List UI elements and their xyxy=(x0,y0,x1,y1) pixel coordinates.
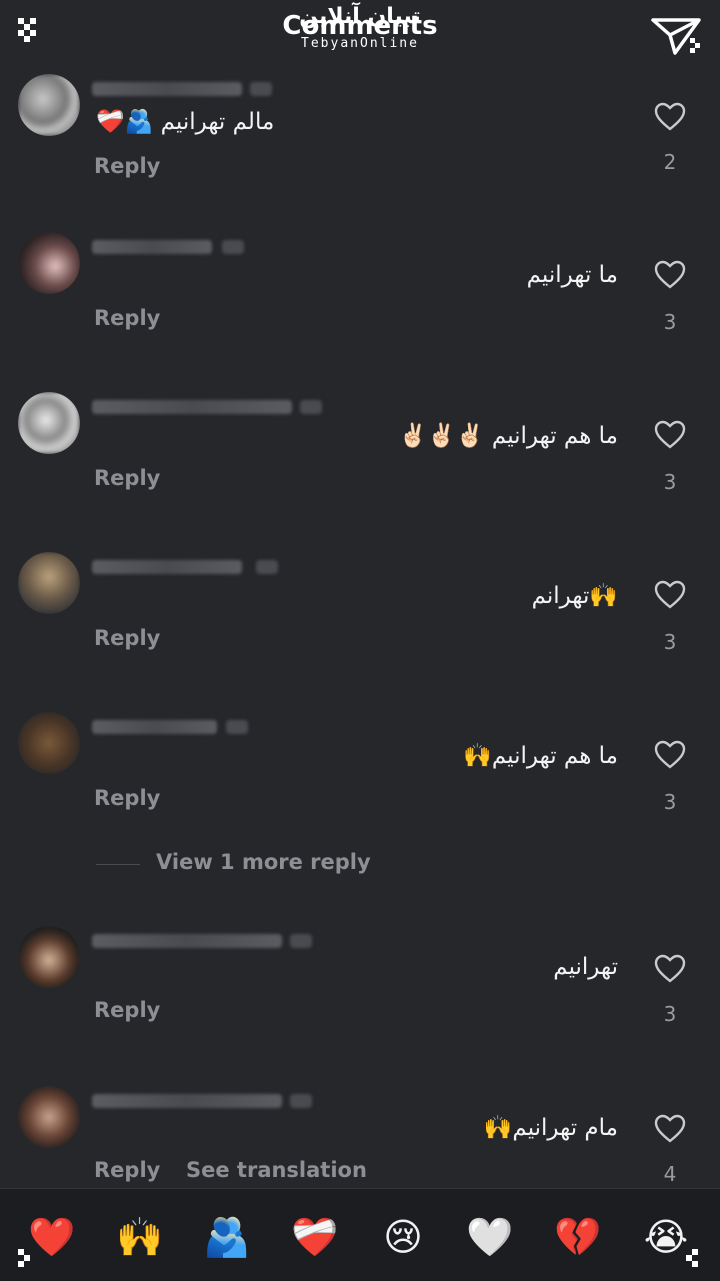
username-blurred[interactable] xyxy=(92,82,242,96)
reply-button[interactable]: Reply xyxy=(94,154,160,178)
timestamp-blurred xyxy=(256,560,278,574)
timestamp-blurred xyxy=(226,720,248,734)
comment-text: ما هم تهرانیم ✌🏻✌🏻✌🏻 xyxy=(398,423,618,449)
reaction-hug[interactable]: 🫂 xyxy=(197,1215,257,1259)
comment-text: 🙌تهرانم xyxy=(531,583,618,609)
username-blurred[interactable] xyxy=(92,560,242,574)
like-count: 2 xyxy=(663,150,677,174)
like-count: 3 xyxy=(663,1002,677,1026)
like-count: 3 xyxy=(663,470,677,494)
reaction-white-heart[interactable]: 🤍 xyxy=(460,1215,520,1259)
header: تبیان آنلاین Comments TebyanOnline xyxy=(0,0,720,68)
divider xyxy=(96,864,140,865)
timestamp-blurred xyxy=(222,240,244,254)
heart-icon[interactable] xyxy=(654,1114,686,1144)
timestamp-blurred xyxy=(290,934,312,948)
corner-mark-icon xyxy=(18,1249,44,1275)
timestamp-blurred xyxy=(300,400,322,414)
reaction-bar: ❤️ 🙌 🫂 ❤️‍🩹 😢 🤍 💔 😭 xyxy=(0,1188,720,1281)
comment-text: تهرانیم xyxy=(553,954,618,980)
heart-icon[interactable] xyxy=(654,740,686,770)
like-count: 3 xyxy=(663,630,677,654)
username-blurred[interactable] xyxy=(92,934,282,948)
comments-title: Comments xyxy=(282,11,438,41)
send-icon[interactable] xyxy=(650,16,702,56)
page-title: تبیان آنلاین Comments TebyanOnline xyxy=(0,6,720,52)
heart-icon[interactable] xyxy=(654,102,686,132)
reaction-mending-heart[interactable]: ❤️‍🩹 xyxy=(285,1215,345,1259)
username-blurred[interactable] xyxy=(92,240,212,254)
reply-button[interactable]: Reply xyxy=(94,998,160,1022)
comment-item: ما هم تهرانیم🙌 Reply 3 xyxy=(0,712,720,862)
heart-icon[interactable] xyxy=(654,420,686,450)
reply-button[interactable]: Reply xyxy=(94,1158,160,1182)
reaction-crying-face[interactable]: 😢 xyxy=(373,1215,433,1259)
view-more-label[interactable]: View 1 more reply xyxy=(156,850,371,874)
comment-text: مالم تهرانیم 🫂❤️‍🩹 xyxy=(96,109,275,135)
reply-button[interactable]: Reply xyxy=(94,466,160,490)
heart-icon[interactable] xyxy=(654,580,686,610)
username-blurred[interactable] xyxy=(92,400,292,414)
heart-icon[interactable] xyxy=(654,954,686,984)
timestamp-blurred xyxy=(250,82,272,96)
comment-text: مام تهرانیم🙌 xyxy=(483,1115,618,1141)
like-count: 4 xyxy=(663,1162,677,1186)
see-translation-button[interactable]: See translation xyxy=(186,1158,367,1182)
reaction-raising-hands[interactable]: 🙌 xyxy=(110,1215,170,1259)
like-count: 3 xyxy=(663,790,677,814)
reply-button[interactable]: Reply xyxy=(94,306,160,330)
username-blurred[interactable] xyxy=(92,720,217,734)
comment-text: ما هم تهرانیم🙌 xyxy=(463,743,618,769)
brand-watermark: TebyanOnline xyxy=(301,36,419,51)
username-blurred[interactable] xyxy=(92,1094,282,1108)
reply-button[interactable]: Reply xyxy=(94,786,160,810)
avatar[interactable] xyxy=(18,552,80,614)
avatar[interactable] xyxy=(18,712,80,774)
heart-icon[interactable] xyxy=(654,260,686,290)
comment-item: مالم تهرانیم 🫂❤️‍🩹 Reply 2 xyxy=(0,74,720,224)
comment-item: 🙌تهرانم Reply 3 xyxy=(0,552,720,702)
avatar[interactable] xyxy=(18,232,80,294)
comment-item: ما تهرانیم Reply 3 xyxy=(0,232,720,382)
avatar[interactable] xyxy=(18,926,80,988)
reply-button[interactable]: Reply xyxy=(94,626,160,650)
avatar[interactable] xyxy=(18,74,80,136)
reaction-broken-heart[interactable]: 💔 xyxy=(548,1215,608,1259)
comment-text: ما تهرانیم xyxy=(526,262,618,288)
comment-item: ما هم تهرانیم ✌🏻✌🏻✌🏻 Reply 3 xyxy=(0,392,720,542)
timestamp-blurred xyxy=(290,1094,312,1108)
avatar[interactable] xyxy=(18,1086,80,1148)
comment-item: تهرانیم Reply 3 xyxy=(0,926,720,1076)
like-count: 3 xyxy=(663,310,677,334)
corner-mark-icon xyxy=(680,1249,706,1275)
avatar[interactable] xyxy=(18,392,80,454)
